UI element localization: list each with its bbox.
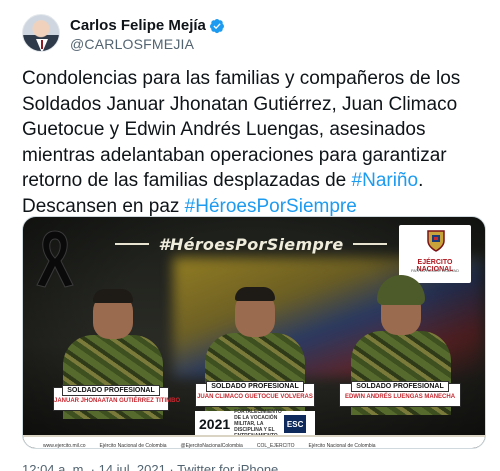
tweet: Carlos Felipe Mejía @CARLOSFMEJIA Condol… — [0, 0, 500, 471]
author-name-row: Carlos Felipe Mejía — [70, 17, 225, 34]
soldier-rank: SOLDADO PROFESIONAL — [340, 375, 460, 393]
tweet-text-line: Guetocue y Edwin Andrés Luengas, asesina… — [22, 119, 426, 140]
soldier-rank-text: SOLDADO PROFESIONAL — [206, 381, 304, 392]
author-handle[interactable]: @CARLOSFMEJIA — [70, 36, 194, 52]
footer-link-text: Ejército Nacional de Colombia — [308, 443, 376, 449]
soldier-rank-text: SOLDADO PROFESIONAL — [62, 385, 160, 396]
tweet-text-segment: retorno de las familias desplazadas de — [22, 170, 352, 191]
tweet-text-segment: . — [418, 170, 424, 191]
tweet-text-line: retorno de las familias desplazadas de #… — [22, 168, 492, 194]
author-display-name[interactable]: Carlos Felipe Mejía — [70, 17, 206, 34]
footer-link-text: www.ejercito.mil.co — [43, 443, 86, 449]
tweet-header: Carlos Felipe Mejía @CARLOSFMEJIA — [22, 14, 492, 58]
author-avatar[interactable] — [22, 14, 60, 52]
tweet-timestamp[interactable]: 12:04 a. m. · 14 jul. 2021 · Twitter for… — [22, 462, 278, 471]
footer-link-text: Ejército Nacional de Colombia — [99, 443, 167, 449]
esc-badge: ESC — [284, 415, 307, 433]
image-footer-strip: www.ejercito.mil.co Ejército Nacional de… — [23, 435, 485, 449]
soldier-rank-text: SOLDADO PROFESIONAL — [351, 381, 449, 392]
avatar-tie — [41, 40, 43, 49]
soldier-nameplate: SOLDADO PROFESIONAL JANUAR JHONAATAN GUT… — [53, 385, 181, 411]
banner-line-left — [115, 243, 149, 245]
tweet-text-line: mientras adelantaban operaciones para ga… — [22, 144, 447, 166]
soldier-rank: SOLDADO PROFESIONAL — [54, 379, 168, 397]
hashtag-link-narino[interactable]: #Nariño — [352, 170, 419, 191]
tweet-text-line: Soldados Januar Jhonatan Gutiérrez, Juan… — [22, 93, 458, 115]
campaign-year-badge: 2021 FORTALECIMIENTO DE LA VOCACIÓN MILI… — [195, 409, 315, 439]
soldier-name: EDWIN ANDRÉS LUENGAS MANECHA — [344, 394, 456, 400]
army-shield-icon — [427, 230, 445, 252]
verified-badge-icon — [209, 18, 224, 33]
tweet-media-image[interactable]: #HéroesPorSiempre EJÉRCITO NACIONAL PATR… — [22, 216, 486, 449]
banner-line-right — [353, 243, 387, 245]
soldier-nameplate: SOLDADO PROFESIONAL EDWIN ANDRÉS LUENGAS… — [339, 381, 461, 407]
soldier-nameplate: SOLDADO PROFESIONAL JUAN CLIMACO GUETOCU… — [195, 381, 315, 407]
soldier-rank: SOLDADO PROFESIONAL — [196, 375, 314, 393]
footer-link-text: @EjercitoNacionalColombia — [180, 443, 243, 449]
hashtag-link-heroes[interactable]: #HéroesPorSiempre — [185, 196, 357, 217]
image-footer-links: www.ejercito.mil.co Ejército Nacional de… — [43, 443, 376, 449]
soldier-hair — [93, 289, 133, 303]
army-subtitle: PATRIA HONOR LEALTAD — [411, 268, 459, 273]
tweet-text-segment: Descansen en paz — [22, 195, 185, 217]
tweet-text-line: Condolencias para las familias y compañe… — [22, 68, 461, 89]
tweet-text: Condolencias para las familias y compañe… — [22, 66, 492, 219]
image-hashtag-text: #HéroesPorSiempre — [158, 234, 344, 254]
image-hashtag-banner: #HéroesPorSiempre — [115, 233, 387, 255]
footer-link-text: COL_EJERCITO — [256, 443, 295, 449]
soldier-name: JANUAR JHONAATAN GUTIÉRREZ TITIMBO — [54, 398, 181, 404]
soldier-hair — [235, 287, 275, 301]
campaign-year: 2021 — [199, 416, 231, 432]
soldier-helmet — [377, 275, 425, 305]
soldier-name: JUAN CLIMACO GUETOCUE VOLVERAS — [197, 394, 313, 400]
